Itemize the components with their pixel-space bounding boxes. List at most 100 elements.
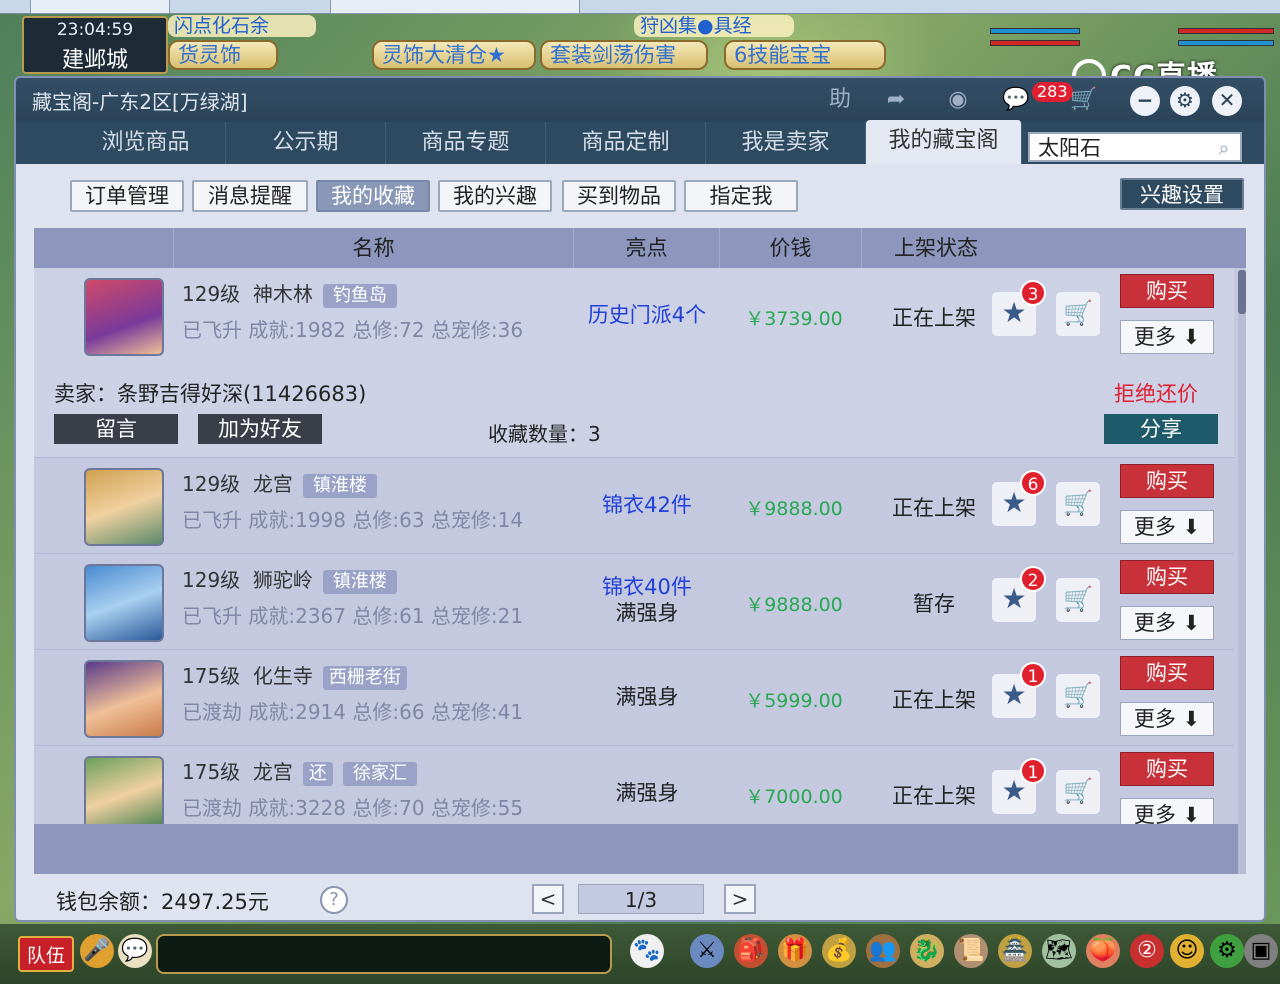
help-icon[interactable]: ? [320, 886, 348, 914]
listing-status: 正在上架 [892, 784, 976, 808]
wallet-balance: 钱包余额：2497.25元 [56, 890, 269, 914]
bargain-badge: 还 [302, 761, 333, 786]
leave-message-button[interactable]: 留言 [54, 414, 178, 444]
microphone-icon[interactable]: 🎤 [80, 934, 114, 968]
more-button[interactable]: 更多 ⬇ [1120, 702, 1214, 736]
highlight-text[interactable]: 锦衣42件 [574, 492, 720, 518]
header-spacer [34, 228, 174, 268]
more-button[interactable]: 更多 ⬇ [1120, 510, 1214, 544]
trade-icon[interactable]: 💰 [822, 934, 856, 968]
cart-icon[interactable]: 🛒 [1066, 84, 1102, 116]
table-row[interactable]: 129级 神木林 钓鱼岛 已飞升 成就:1982 总修:72 总宠修:36 历史门… [34, 268, 1234, 458]
avatar[interactable] [84, 756, 164, 834]
add-to-cart-icon[interactable]: 🛒 [1056, 292, 1100, 336]
interest-settings-button[interactable]: 兴趣设置 [1120, 178, 1244, 210]
notification-icon[interactable]: ② [1130, 934, 1164, 968]
tab-topics[interactable]: 商品专题 [386, 122, 546, 164]
avatar[interactable] [84, 468, 164, 546]
scroll-thumb[interactable] [1238, 270, 1246, 314]
more-button[interactable]: 更多 ⬇ [1120, 606, 1214, 640]
subtab-messages[interactable]: 消息提醒 [192, 180, 308, 212]
role-stats: 已飞升 成就:1998 总修:63 总宠修:14 [182, 508, 524, 532]
add-to-cart-icon[interactable]: 🛒 [1056, 482, 1100, 526]
prev-page-button[interactable]: < [532, 884, 564, 914]
chat-bubble-icon[interactable]: 💬 [118, 934, 152, 968]
close-button[interactable]: ✕ [1212, 86, 1242, 116]
record-icon[interactable]: ◉ [940, 84, 976, 116]
buy-button[interactable]: 购买 [1120, 656, 1214, 690]
next-page-button[interactable]: > [724, 884, 756, 914]
item-bag-icon[interactable]: 🎒 [734, 934, 768, 968]
chat-input-box[interactable] [156, 934, 612, 974]
quick-button-1[interactable]: 货灵饰 [168, 40, 278, 70]
avatar[interactable] [84, 278, 164, 356]
system-icon[interactable]: ⚙ [1210, 934, 1244, 968]
avatar[interactable] [84, 564, 164, 642]
tab-custom[interactable]: 商品定制 [546, 122, 706, 164]
team-button[interactable]: 队伍 [18, 936, 74, 972]
buy-button[interactable]: 购买 [1120, 274, 1214, 308]
buy-button[interactable]: 购买 [1120, 752, 1214, 786]
tab-browse[interactable]: 浏览商品 [66, 122, 226, 164]
more-button[interactable]: 更多 ⬇ [1120, 320, 1214, 354]
listing-status: 正在上架 [892, 496, 976, 520]
tab-publicity[interactable]: 公示期 [226, 122, 386, 164]
subtab-favorites[interactable]: 我的收藏 [316, 180, 430, 212]
highlight-text[interactable]: 历史门派4个 [574, 302, 720, 328]
settings-gear-icon[interactable]: ⚙ [1170, 86, 1200, 116]
table-row[interactable]: 129级 狮驼岭 镇淮楼 已飞升 成就:2367 总修:61 总宠修:21 锦衣4… [34, 554, 1234, 650]
search-input[interactable] [1038, 134, 1208, 160]
pet-menu-icon[interactable]: 🐉 [910, 934, 944, 968]
subtab-orders[interactable]: 订单管理 [70, 180, 184, 212]
server-tag: 西栅老街 [322, 665, 407, 690]
chat-icon[interactable]: 💬 [998, 84, 1034, 116]
title-bar[interactable]: 藏宝阁-广东2区[万绿湖] 助 ➦ ◉ 💬 283 🛒 − ⚙ ✕ [16, 78, 1264, 122]
attack-icon[interactable]: ⚔ [690, 934, 724, 968]
tab-my-pavilion[interactable]: 我的藏宝阁 [866, 120, 1022, 164]
add-to-cart-icon[interactable]: 🛒 [1056, 770, 1100, 814]
tab-seller[interactable]: 我是卖家 [706, 122, 866, 164]
team-icon[interactable]: 👥 [866, 934, 900, 968]
avatar[interactable] [84, 660, 164, 738]
role-stats: 已渡劫 成就:3228 总修:70 总宠修:55 [182, 796, 524, 820]
pet-icon[interactable]: 🐾 [630, 934, 664, 968]
table-row[interactable]: 175级 化生寺 西栅老街 已渡劫 成就:2914 总修:66 总宠修:41 满强… [34, 650, 1234, 746]
gang-icon[interactable]: 🏯 [998, 934, 1032, 968]
game-marquee: 闪点化石余 [168, 15, 316, 37]
treasure-pavilion-window: 藏宝阁-广东2区[万绿湖] 助 ➦ ◉ 💬 283 🛒 − ⚙ ✕ 浏览商品 公… [14, 76, 1266, 922]
highlight-text: 满强身 [615, 685, 679, 709]
assist-icon[interactable]: 助 [822, 84, 858, 116]
search-box: ⌕ [1028, 132, 1242, 162]
subtab-assigned[interactable]: 指定我 [684, 180, 798, 212]
highlight-text[interactable]: 锦衣40件 [574, 574, 720, 600]
scrollbar[interactable] [1238, 270, 1246, 874]
add-friend-button[interactable]: 加为好友 [198, 414, 322, 444]
subtab-purchased[interactable]: 买到物品 [562, 180, 676, 212]
quick-button-4[interactable]: 6技能宝宝 [724, 40, 886, 70]
add-to-cart-icon[interactable]: 🛒 [1056, 674, 1100, 718]
share-button[interactable]: 分享 [1104, 414, 1218, 444]
taskbar-tab[interactable] [30, 0, 170, 14]
server-tag: 镇淮楼 [322, 569, 397, 594]
buy-button[interactable]: 购买 [1120, 560, 1214, 594]
role-stats: 已飞升 成就:1982 总修:72 总宠修:36 [182, 318, 524, 342]
screen-icon[interactable]: ▣ [1244, 934, 1278, 968]
game-bottom-bar: 队伍 🎤 💬 🐾 ⚔ 🎒 🎁 💰 👥 🐉 📜 🏯 🗺 🍑 ② ☺ ⚙ ▣ [0, 924, 1280, 984]
share-icon[interactable]: ➦ [878, 84, 914, 116]
table-row[interactable]: 129级 龙宫 镇淮楼 已飞升 成就:1998 总修:63 总宠修:14 锦衣42… [34, 458, 1234, 554]
quest-icon[interactable]: 📜 [954, 934, 988, 968]
friends-icon[interactable]: 🍑 [1086, 934, 1120, 968]
quick-button-3[interactable]: 套装剑荡伤害 [540, 40, 708, 70]
minimize-button[interactable]: − [1130, 86, 1160, 116]
give-icon[interactable]: 🎁 [778, 934, 812, 968]
map-icon[interactable]: 🗺 [1042, 934, 1076, 968]
subtab-interests[interactable]: 我的兴趣 [438, 180, 552, 212]
emote-icon[interactable]: ☺ [1170, 934, 1204, 968]
favorites-table: 名称 亮点 价钱 上架状态 129级 神木林 钓鱼岛 已飞升 成就:1982 总修… [34, 228, 1246, 874]
role-title: 129级 狮驼岭 镇淮楼 [182, 564, 397, 594]
add-to-cart-icon[interactable]: 🛒 [1056, 578, 1100, 622]
quick-button-2[interactable]: 灵饰大清仓★ [372, 40, 536, 70]
search-icon[interactable]: ⌕ [1212, 136, 1236, 160]
taskbar-tab[interactable] [330, 0, 580, 14]
buy-button[interactable]: 购买 [1120, 464, 1214, 498]
